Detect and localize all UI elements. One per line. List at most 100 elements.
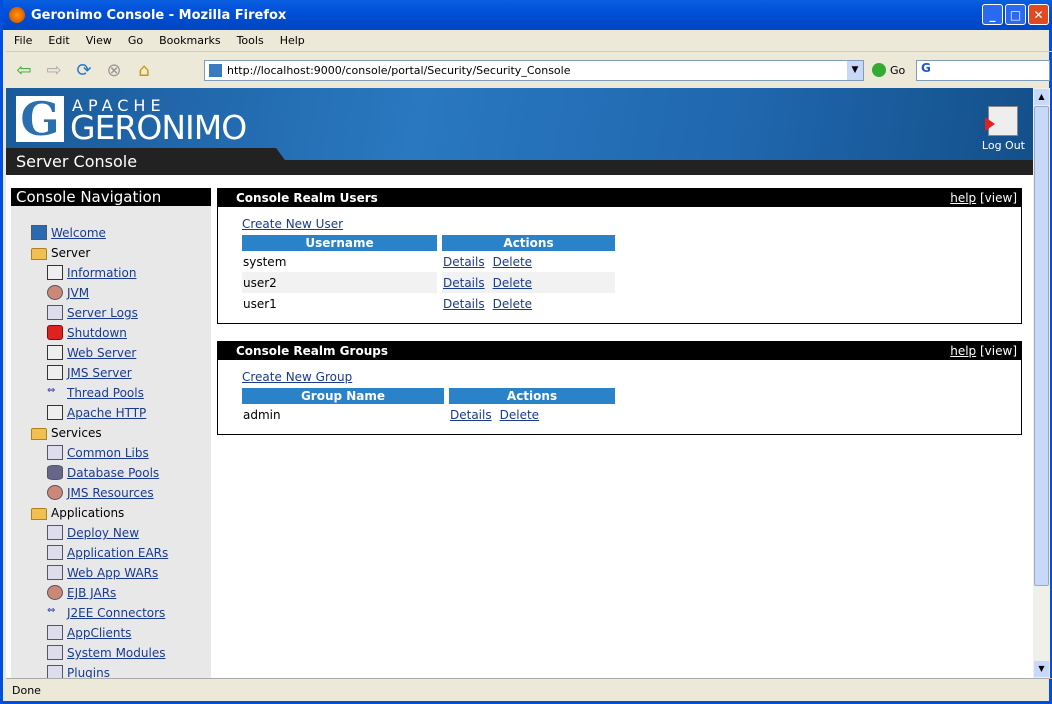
- users-help-link[interactable]: help: [950, 191, 976, 205]
- forward-icon[interactable]: ⇨: [42, 59, 66, 83]
- scroll-up-icon[interactable]: ▲: [1034, 89, 1049, 105]
- nav-item-label[interactable]: Database Pools: [67, 466, 159, 480]
- details-link[interactable]: Details: [443, 297, 485, 311]
- nav-item-appclients[interactable]: AppClients: [31, 620, 211, 640]
- nav-item-label[interactable]: EJB JARs: [67, 586, 116, 600]
- menu-help[interactable]: Help: [272, 34, 313, 47]
- nav-item-label[interactable]: Thread Pools: [67, 386, 144, 400]
- close-button[interactable]: ✕: [1028, 4, 1049, 25]
- go-button[interactable]: Go: [872, 63, 905, 77]
- users-panel-title: Console Realm Users: [236, 191, 378, 205]
- vertical-scrollbar[interactable]: ▲ ▼: [1033, 88, 1050, 678]
- folder-icon: [31, 508, 47, 520]
- nav-item-welcome[interactable]: Welcome: [31, 220, 211, 240]
- nav-item-label[interactable]: System Modules: [67, 646, 165, 660]
- delete-link[interactable]: Delete: [493, 255, 532, 269]
- groups-panel: Console Realm Groups help [view] Create N…: [217, 341, 1022, 435]
- nav-item-jms-resources[interactable]: JMS Resources: [31, 480, 211, 500]
- create-new-user-link[interactable]: Create New User: [242, 217, 997, 231]
- nav-item-label[interactable]: J2EE Connectors: [67, 606, 165, 620]
- scroll-down-icon[interactable]: ▼: [1034, 661, 1049, 677]
- nav-item-label[interactable]: Application EARs: [67, 546, 168, 560]
- actions-header: Actions: [442, 235, 615, 251]
- menu-file[interactable]: File: [6, 34, 40, 47]
- g-icon: [31, 225, 47, 240]
- url-dropdown-icon[interactable]: ▼: [847, 61, 863, 80]
- nav-item-label[interactable]: Web Server: [67, 346, 136, 360]
- delete-link[interactable]: Delete: [493, 276, 532, 290]
- nav-item-label[interactable]: Apache HTTP: [67, 406, 146, 420]
- menu-bar: File Edit View Go Bookmarks Tools Help: [6, 30, 1052, 52]
- list-icon: [47, 645, 63, 660]
- nav-item-label[interactable]: JVM: [67, 286, 89, 300]
- maximize-button[interactable]: □: [1005, 4, 1026, 25]
- list-icon: [47, 525, 63, 540]
- nav-item-common-libs[interactable]: Common Libs: [31, 440, 211, 460]
- menu-edit[interactable]: Edit: [40, 34, 77, 47]
- actions-header: Actions: [449, 388, 615, 404]
- groups-view-link[interactable]: [view]: [980, 344, 1017, 358]
- users-view-link[interactable]: [view]: [980, 191, 1017, 205]
- nav-item-label[interactable]: Plugins: [67, 666, 110, 678]
- minimize-button[interactable]: _: [982, 4, 1003, 25]
- details-link[interactable]: Details: [443, 276, 485, 290]
- nav-item-web-app-wars[interactable]: Web App WARs: [31, 560, 211, 580]
- nav-item-web-server[interactable]: Web Server: [31, 340, 211, 360]
- title-bar: Geronimo Console - Mozilla Firefox _ □ ✕: [3, 0, 1052, 30]
- menu-bookmarks[interactable]: Bookmarks: [151, 34, 228, 47]
- nav-item-jvm[interactable]: JVM: [31, 280, 211, 300]
- nav-item-jms-server[interactable]: JMS Server: [31, 360, 211, 380]
- nav-item-label: Applications: [51, 506, 125, 520]
- nav-item-label[interactable]: Common Libs: [67, 446, 149, 460]
- create-new-group-link[interactable]: Create New Group: [242, 370, 997, 384]
- nav-item-application-ears[interactable]: Application EARs: [31, 540, 211, 560]
- groups-help-link[interactable]: help: [950, 344, 976, 358]
- nav-item-plugins[interactable]: Plugins: [31, 660, 211, 678]
- nav-item-label[interactable]: Welcome: [51, 226, 106, 240]
- details-link[interactable]: Details: [443, 255, 485, 269]
- nav-item-label[interactable]: Deploy New: [67, 526, 139, 540]
- nav-item-server-logs[interactable]: Server Logs: [31, 300, 211, 320]
- nav-item-deploy-new[interactable]: Deploy New: [31, 520, 211, 540]
- back-icon[interactable]: ⇦: [12, 59, 36, 83]
- nav-item-thread-pools[interactable]: ⇔ Thread Pools: [31, 380, 211, 400]
- favicon-icon: [209, 64, 222, 77]
- menu-tools[interactable]: Tools: [229, 34, 272, 47]
- reload-icon[interactable]: ⟳: [72, 59, 96, 83]
- search-input[interactable]: G: [916, 60, 1050, 81]
- nav-item-system-modules[interactable]: System Modules: [31, 640, 211, 660]
- nav-item-j2ee-connectors[interactable]: ⇔ J2EE Connectors: [31, 600, 211, 620]
- nav-item-information[interactable]: Information: [31, 260, 211, 280]
- users-panel: Console Realm Users help [view] Create Ne…: [217, 188, 1022, 324]
- list-icon: [47, 665, 63, 678]
- url-input[interactable]: http://localhost:9000/console/portal/Sec…: [204, 60, 864, 81]
- nav-item-ejb-jars[interactable]: EJB JARs: [31, 580, 211, 600]
- groups-panel-title: Console Realm Groups: [236, 344, 388, 358]
- nav-item-label[interactable]: Server Logs: [67, 306, 138, 320]
- home-icon[interactable]: ⌂: [132, 59, 156, 83]
- nav-item-apache-http[interactable]: Apache HTTP: [31, 400, 211, 420]
- nav-item-label[interactable]: JMS Resources: [67, 486, 154, 500]
- row-name: admin: [243, 407, 281, 422]
- nav-item-label[interactable]: JMS Server: [67, 366, 132, 380]
- logout-button[interactable]: Log Out: [982, 106, 1025, 152]
- nav-item-label[interactable]: AppClients: [67, 626, 131, 640]
- users-table: Username Actions system Details Delete user2 D…: [237, 235, 620, 314]
- nav-item-database-pools[interactable]: Database Pools: [31, 460, 211, 480]
- gear-icon: [47, 485, 63, 500]
- nav-item-label[interactable]: Information: [67, 266, 136, 280]
- details-link[interactable]: Details: [450, 408, 492, 422]
- nav-item-label[interactable]: Shutdown: [67, 326, 127, 340]
- delete-link[interactable]: Delete: [493, 297, 532, 311]
- nav-item-server: Server: [31, 240, 211, 260]
- logo-geronimo: GERONIMO: [70, 108, 247, 147]
- menu-go[interactable]: Go: [120, 34, 151, 47]
- nav-item-shutdown[interactable]: Shutdown: [31, 320, 211, 340]
- mon-icon: [47, 365, 63, 380]
- stop-icon[interactable]: ⊗: [102, 59, 126, 83]
- scroll-thumb[interactable]: [1034, 106, 1049, 586]
- menu-view[interactable]: View: [78, 34, 120, 47]
- delete-link[interactable]: Delete: [500, 408, 539, 422]
- nav-item-label[interactable]: Web App WARs: [67, 566, 158, 580]
- nav-item-label: Server: [51, 246, 91, 260]
